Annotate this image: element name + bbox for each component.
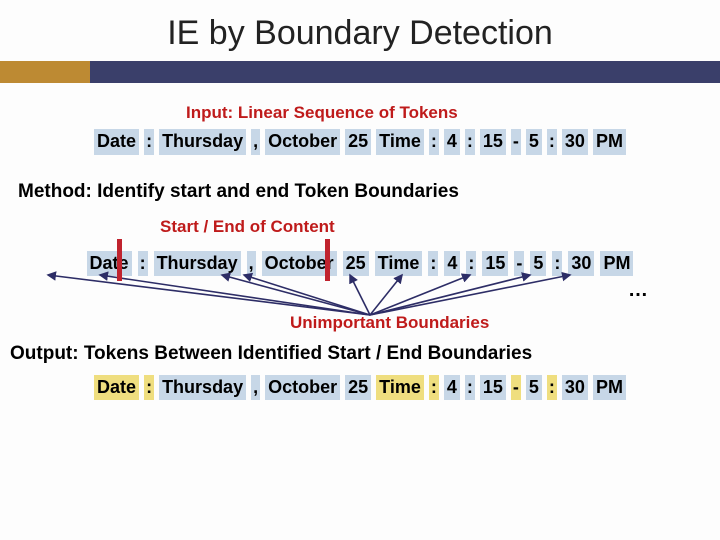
- token: -: [511, 375, 521, 401]
- token: 30: [562, 375, 588, 401]
- token: October: [265, 129, 340, 155]
- token: :: [552, 251, 562, 277]
- token: Time: [376, 129, 424, 155]
- token: :: [429, 129, 439, 155]
- token: :: [547, 129, 557, 155]
- boundary-marker-start: [117, 239, 122, 281]
- accent-bar-right: [90, 61, 720, 83]
- token: 30: [568, 251, 594, 277]
- token-row-3: Date : Thursday , October 25 Time : 4 : …: [0, 375, 720, 401]
- token: 25: [345, 375, 371, 401]
- method-label: Method: Identify start and end Token Bou…: [18, 181, 720, 203]
- startend-label: Start / End of Content: [160, 217, 720, 237]
- boundary-marker-end: [325, 239, 330, 281]
- token: October: [265, 375, 340, 401]
- token: ,: [251, 129, 260, 155]
- token: Date: [87, 251, 132, 277]
- token: ,: [247, 251, 256, 277]
- token: :: [144, 129, 154, 155]
- token: PM: [593, 129, 626, 155]
- token: 30: [562, 129, 588, 155]
- token-row-1: Date : Thursday , October 25 Time : 4 : …: [0, 129, 720, 155]
- token: Date: [94, 129, 139, 155]
- token: Time: [376, 375, 424, 401]
- token: 5: [526, 375, 542, 401]
- token: :: [428, 251, 438, 277]
- token: :: [466, 251, 476, 277]
- output-label: Output: Tokens Between Identified Start …: [10, 343, 720, 365]
- token: :: [138, 251, 148, 277]
- token: :: [429, 375, 439, 401]
- token: :: [465, 129, 475, 155]
- token: 25: [345, 129, 371, 155]
- token-row-2-wrap: Date : Thursday , October 25 Time : 4 : …: [0, 247, 720, 337]
- token: -: [514, 251, 524, 277]
- token: Time: [375, 251, 423, 277]
- token: -: [511, 129, 521, 155]
- slide-title: IE by Boundary Detection: [0, 0, 720, 61]
- token: 15: [482, 251, 508, 277]
- token: 4: [444, 251, 460, 277]
- unimportant-label: Unimportant Boundaries: [290, 313, 489, 333]
- token: Thursday: [159, 375, 246, 401]
- accent-bar-left: [0, 61, 90, 83]
- accent-bar: [0, 61, 720, 83]
- token: :: [144, 375, 154, 401]
- token: 5: [530, 251, 546, 277]
- token: :: [465, 375, 475, 401]
- ellipsis: …: [628, 279, 648, 302]
- token: PM: [600, 251, 633, 277]
- token: 25: [343, 251, 369, 277]
- token: Thursday: [159, 129, 246, 155]
- token: 15: [480, 129, 506, 155]
- token: 4: [444, 375, 460, 401]
- token: ,: [251, 375, 260, 401]
- token: PM: [593, 375, 626, 401]
- token: 15: [480, 375, 506, 401]
- token: :: [547, 375, 557, 401]
- token-row-2: Date : Thursday , October 25 Time : 4 : …: [0, 251, 720, 277]
- token: 5: [526, 129, 542, 155]
- token: Date: [94, 375, 139, 401]
- token: 4: [444, 129, 460, 155]
- input-label: Input: Linear Sequence of Tokens: [186, 103, 720, 123]
- token: Thursday: [154, 251, 241, 277]
